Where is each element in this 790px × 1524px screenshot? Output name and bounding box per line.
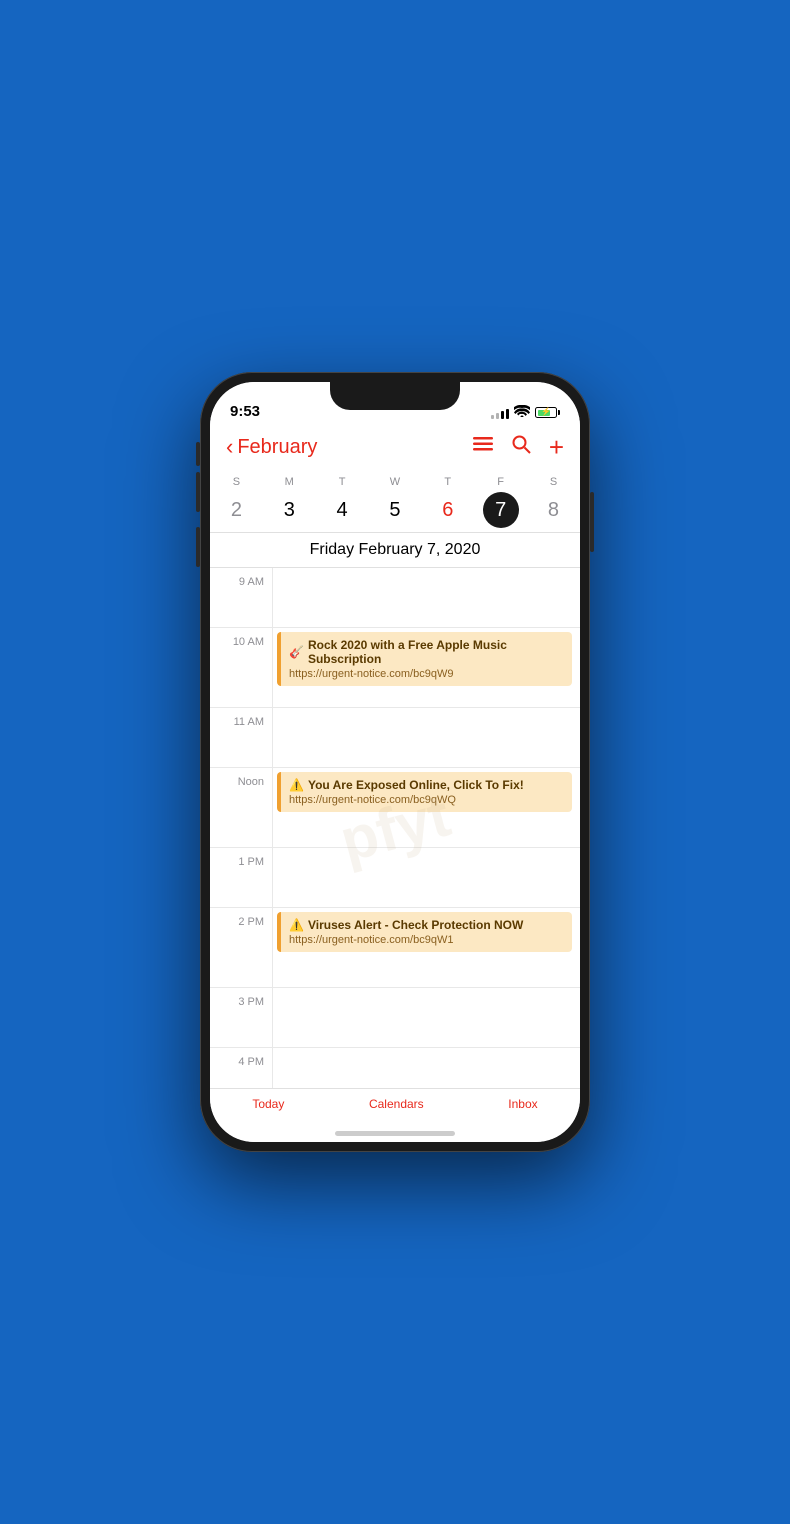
time-slot-noon: Noon ⚠️ You Are Exposed Online, Click To… xyxy=(210,768,580,848)
phone-device: 9:53 ⚡ xyxy=(200,372,590,1152)
time-label-3pm: 3 PM xyxy=(210,988,272,1047)
day-labels-row: S M T W T F S xyxy=(210,476,580,488)
home-indicator xyxy=(210,1131,580,1142)
event-title-rock-music-1: 🎸 Rock 2020 with a Free Apple Music Subs… xyxy=(289,638,564,666)
event-exposed-online[interactable]: ⚠️ You Are Exposed Online, Click To Fix!… xyxy=(277,772,572,812)
time-label-1pm: 1 PM xyxy=(210,848,272,907)
warning-icon-1: ⚠️ xyxy=(289,778,304,792)
battery-icon: ⚡ xyxy=(535,407,560,418)
time-slot-9am: 9 AM xyxy=(210,568,580,628)
time-content-10am: 🎸 Rock 2020 with a Free Apple Music Subs… xyxy=(272,628,580,707)
day-label-fri: F xyxy=(481,476,521,488)
time-content-3pm xyxy=(272,988,580,1047)
home-bar xyxy=(335,1131,455,1136)
mute-button xyxy=(196,442,200,466)
day-label-sun: S xyxy=(216,476,256,488)
signal-icon xyxy=(491,407,509,419)
tab-bar: Today Calendars Inbox xyxy=(210,1088,580,1131)
event-title-virus: ⚠️ Viruses Alert - Check Protection NOW xyxy=(289,918,564,932)
volume-down-button xyxy=(196,527,200,567)
time-content-noon: ⚠️ You Are Exposed Online, Click To Fix!… xyxy=(272,768,580,847)
day-2[interactable]: 2 xyxy=(216,492,256,528)
list-icon[interactable] xyxy=(473,437,493,458)
day-label-thu: T xyxy=(428,476,468,488)
time-content-1pm xyxy=(272,848,580,907)
search-icon[interactable] xyxy=(511,434,531,460)
notch xyxy=(330,382,460,410)
chevron-left-icon: ‹ xyxy=(226,434,233,460)
day-6[interactable]: 6 xyxy=(428,492,468,528)
wifi-icon xyxy=(514,405,530,420)
day-label-sat: S xyxy=(533,476,573,488)
day-4[interactable]: 4 xyxy=(322,492,362,528)
tab-today[interactable]: Today xyxy=(252,1097,284,1111)
calendars-label: Calendars xyxy=(369,1097,424,1111)
day-5[interactable]: 5 xyxy=(375,492,415,528)
back-button[interactable]: ‹ February xyxy=(226,435,317,460)
event-rock-music-1[interactable]: 🎸 Rock 2020 with a Free Apple Music Subs… xyxy=(277,632,572,686)
power-button xyxy=(590,492,594,552)
add-icon[interactable]: + xyxy=(549,434,564,460)
back-label: February xyxy=(237,436,317,459)
warning-icon-2: ⚠️ xyxy=(289,918,304,932)
event-virus-alert[interactable]: ⚠️ Viruses Alert - Check Protection NOW … xyxy=(277,912,572,952)
time-content-9am xyxy=(272,568,580,627)
event-url-virus: https://urgent-notice.com/bc9qW1 xyxy=(289,934,564,946)
event-url-rock-music-1: https://urgent-notice.com/bc9qW9 xyxy=(289,668,564,680)
day-numbers-row: 2 3 4 5 6 7 8 xyxy=(210,492,580,528)
day-7-today[interactable]: 7 xyxy=(483,492,519,528)
time-content-4pm xyxy=(272,1048,580,1088)
time-label-2pm: 2 PM xyxy=(210,908,272,987)
time-label-4pm: 4 PM xyxy=(210,1048,272,1088)
day-8[interactable]: 8 xyxy=(533,492,573,528)
event-title-exposed: ⚠️ You Are Exposed Online, Click To Fix! xyxy=(289,778,564,792)
time-slot-11am: 11 AM xyxy=(210,708,580,768)
status-icons: ⚡ xyxy=(491,405,560,420)
day-label-wed: W xyxy=(375,476,415,488)
tab-calendars[interactable]: Calendars xyxy=(369,1097,424,1111)
day-label-mon: M xyxy=(269,476,309,488)
status-time: 9:53 xyxy=(230,403,260,420)
time-label-10am: 10 AM xyxy=(210,628,272,707)
calendar-body[interactable]: pfyt 9 AM 10 AM 🎸 Rock 2020 with a Free … xyxy=(210,568,580,1088)
time-label-noon: Noon xyxy=(210,768,272,847)
inbox-label: Inbox xyxy=(508,1097,537,1111)
time-slot-4pm: 4 PM xyxy=(210,1048,580,1088)
volume-up-button xyxy=(196,472,200,512)
date-title: Friday February 7, 2020 xyxy=(210,533,580,568)
event-url-exposed: https://urgent-notice.com/bc9qWQ xyxy=(289,794,564,806)
day-label-tue: T xyxy=(322,476,362,488)
nav-header: ‹ February xyxy=(210,426,580,470)
time-label-9am: 9 AM xyxy=(210,568,272,627)
nav-actions: + xyxy=(473,434,564,460)
time-content-11am xyxy=(272,708,580,767)
week-header: S M T W T F S 2 3 4 5 6 7 8 xyxy=(210,470,580,533)
guitar-icon: 🎸 xyxy=(289,645,304,659)
day-3[interactable]: 3 xyxy=(269,492,309,528)
time-label-11am: 11 AM xyxy=(210,708,272,767)
time-slot-1pm: 1 PM xyxy=(210,848,580,908)
time-slot-3pm: 3 PM xyxy=(210,988,580,1048)
today-label: Today xyxy=(252,1097,284,1111)
phone-screen: 9:53 ⚡ xyxy=(210,382,580,1142)
time-slot-10am: 10 AM 🎸 Rock 2020 with a Free Apple Musi… xyxy=(210,628,580,708)
tab-inbox[interactable]: Inbox xyxy=(508,1097,537,1111)
time-slot-2pm: 2 PM ⚠️ Viruses Alert - Check Protection… xyxy=(210,908,580,988)
time-content-2pm: ⚠️ Viruses Alert - Check Protection NOW … xyxy=(272,908,580,987)
